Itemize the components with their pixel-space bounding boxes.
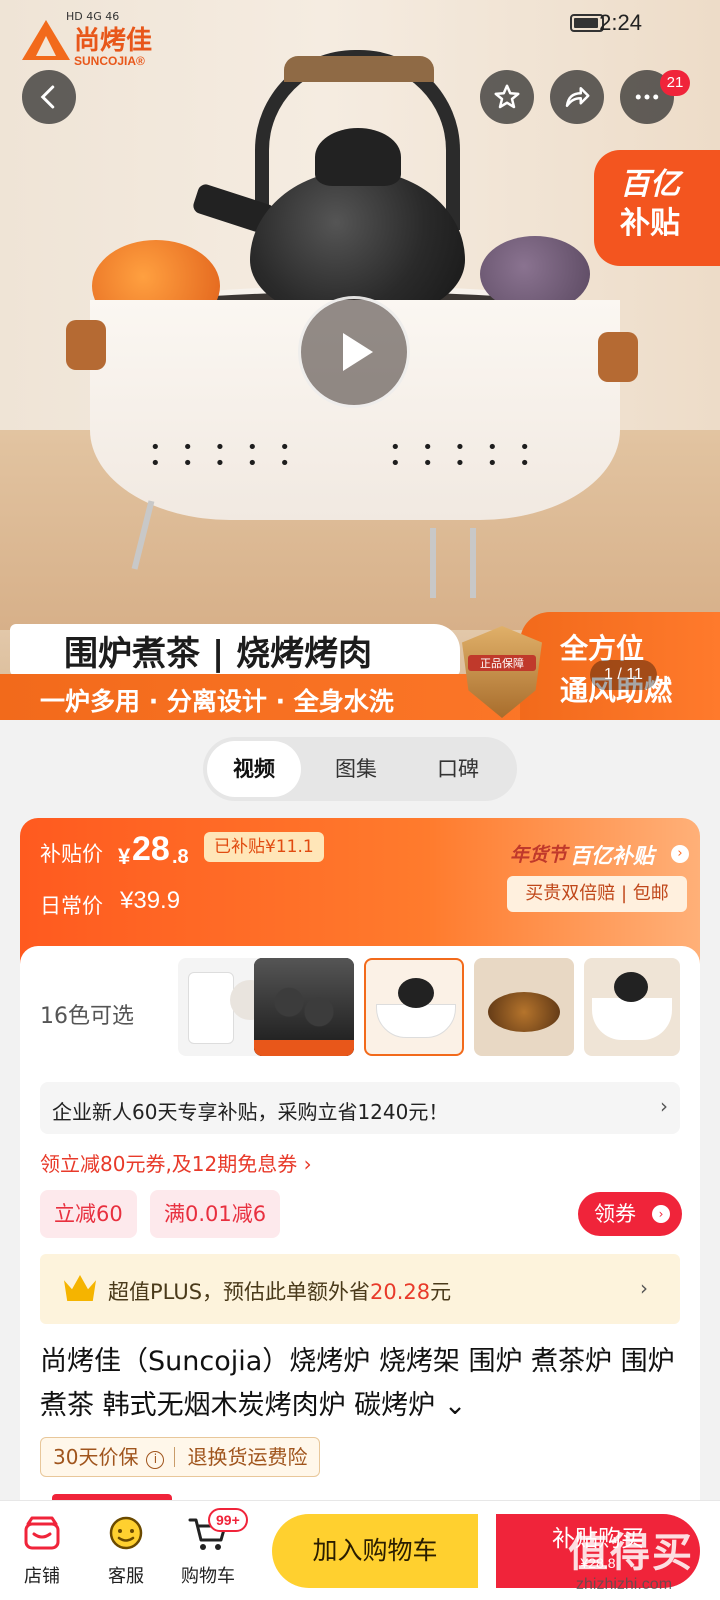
return-shipping-insurance-label: 退换货运费险 [187, 1445, 308, 1469]
variant-swatch[interactable] [474, 958, 574, 1056]
kettle-grip [284, 56, 434, 82]
site-watermark-url: zhizhizhi.com [576, 1576, 673, 1593]
brand-name-en: SUNCOJIA® [74, 54, 145, 68]
plus-savings-text: 超值PLUS，预估此单额外省20.28元 [108, 1276, 451, 1306]
festival-label: 年货节 [510, 844, 568, 866]
stove-handle-left [66, 320, 106, 370]
subsidy-program-link[interactable]: 百亿补贴 [570, 840, 654, 870]
price-integer: 28 [132, 830, 170, 868]
store-label: 店铺 [24, 1566, 60, 1587]
product-title[interactable]: 尚烤佳（Suncojia）烧烤炉 烧烤架 围炉 煮茶炉 围炉煮茶 韩式无烟木炭烤… [40, 1340, 680, 1428]
variant-swatch-selected[interactable] [364, 958, 464, 1056]
cart-label: 购物车 [181, 1566, 235, 1587]
info-icon[interactable]: i [146, 1451, 165, 1469]
subsidized-amount-badge: 已补贴¥11.1 [204, 832, 324, 862]
tab-video[interactable]: 视频 [207, 741, 301, 797]
subsidy-tag-line1: 百亿 [620, 167, 680, 202]
daily-price-label: 日常价 [40, 894, 103, 918]
star-icon [494, 84, 520, 109]
vent-holes-left: • • • • • • • • • • [150, 437, 298, 474]
site-watermark: 值得买 [568, 1530, 694, 1576]
claim-coupon-button[interactable]: 领券 › [578, 1192, 682, 1236]
store-button[interactable]: 店铺 [2, 1512, 82, 1588]
brand-name: 尚烤佳 [74, 26, 153, 56]
brand-mountain-icon [22, 20, 70, 60]
chevron-right-icon: › [640, 1276, 648, 1300]
variant-swatch[interactable] [584, 958, 680, 1056]
price-currency: ¥ [118, 844, 131, 869]
service-guarantees[interactable]: 30天价保 i 退换货运费险 [40, 1437, 321, 1477]
carousel-pager: 1 / 11 [590, 660, 657, 690]
customer-service-button[interactable]: 客服 [86, 1512, 166, 1588]
cart-count-badge: 99+ [208, 1508, 248, 1532]
customer-service-label: 客服 [108, 1566, 144, 1587]
daily-price: ¥39.9 [120, 887, 181, 914]
clock: 2:24 [599, 10, 642, 35]
plus-amount: 20.28 [370, 1280, 431, 1304]
variant-swatch[interactable] [254, 958, 354, 1056]
add-to-cart-button[interactable]: 加入购物车 [272, 1514, 478, 1588]
coupon-chip[interactable]: 立减60 [40, 1190, 137, 1238]
price-decimal: .8 [172, 846, 189, 868]
share-icon [565, 87, 590, 107]
notification-badge: 21 [660, 70, 690, 96]
stove-handle-right [598, 332, 638, 382]
coupon-chip[interactable]: 满0.01减6 [150, 1190, 281, 1238]
tab-gallery[interactable]: 图集 [307, 741, 405, 797]
tab-reviews[interactable]: 口碑 [409, 741, 507, 797]
store-icon [24, 1516, 60, 1550]
vent-holes-right: • • • • • • • • • • [390, 437, 538, 474]
kettle-lid [315, 128, 401, 186]
share-button[interactable] [550, 70, 604, 124]
back-button[interactable] [22, 70, 76, 124]
video-play-button[interactable] [298, 296, 410, 408]
chevron-right-icon: › [671, 845, 689, 863]
media-tab-group: 视频 图集 口碑 [203, 737, 517, 801]
price-guarantee-badge[interactable]: 买贵双倍赔 | 包邮 [507, 876, 687, 912]
chevron-right-icon: › [660, 1094, 668, 1118]
customer-service-icon [109, 1516, 143, 1550]
enterprise-promo-text: 企业新人60天专享补贴，采购立省1240元！ [52, 1100, 449, 1124]
chevron-right-icon: › [652, 1205, 670, 1223]
claim-coupon-label: 领券 [594, 1202, 636, 1226]
plus-suffix: 元 [430, 1280, 452, 1304]
price-protection-label: 30天价保 [53, 1445, 139, 1469]
plus-prefix: 超值PLUS，预估此单额外省 [108, 1280, 371, 1304]
authentic-label: 正品保障 [468, 655, 536, 671]
subsidy-price-label: 补贴价 [40, 842, 103, 866]
chevron-left-icon [40, 85, 55, 109]
favorite-button[interactable] [480, 70, 534, 124]
subsidy-tag-line2: 补贴 [620, 206, 680, 241]
subsidy-tag: 百亿 补贴 [594, 150, 720, 266]
stove-leg [430, 528, 436, 598]
coupon-offer-link[interactable]: 领立减80元券,及12期免息券 › [40, 1148, 312, 1177]
variant-count[interactable]: 16色可选 [40, 998, 134, 1030]
stove-leg [470, 528, 476, 598]
more-dots-icon [635, 94, 659, 100]
